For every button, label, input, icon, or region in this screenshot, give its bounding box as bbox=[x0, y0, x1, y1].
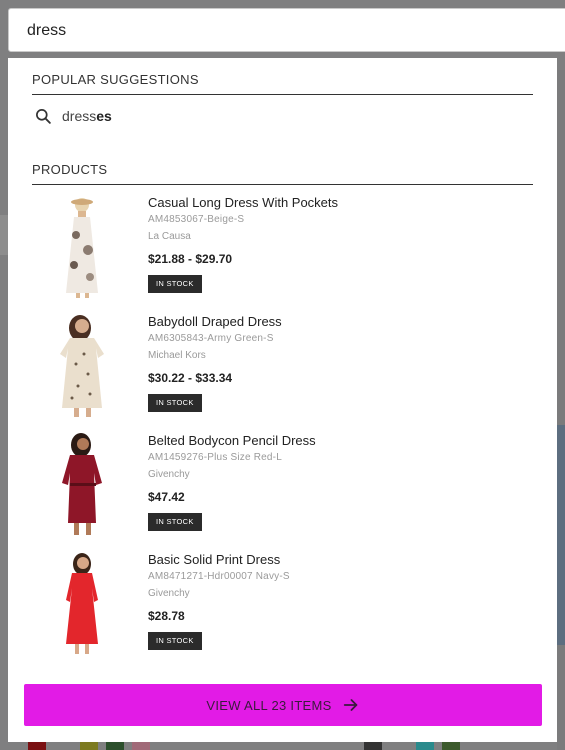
stock-badge: IN STOCK bbox=[148, 513, 202, 531]
products-heading: PRODUCTS bbox=[32, 162, 533, 185]
suggestion-completion: es bbox=[96, 108, 112, 124]
product-item[interactable]: Casual Long Dress With Pockets AM4853067… bbox=[32, 195, 512, 314]
product-brand: Givenchy bbox=[148, 588, 190, 599]
product-name[interactable]: Basic Solid Print Dress bbox=[148, 552, 508, 568]
product-price: $28.78 bbox=[148, 609, 185, 623]
suggestion-item[interactable]: dresses bbox=[32, 106, 232, 126]
arrow-right-icon bbox=[343, 699, 357, 711]
product-image bbox=[32, 433, 132, 538]
background-swatch bbox=[442, 742, 460, 750]
background-swatch bbox=[416, 742, 434, 750]
product-sku: AM6305843-Army Green-S bbox=[148, 333, 274, 344]
product-image bbox=[32, 195, 132, 300]
background-swatch bbox=[28, 742, 46, 750]
product-brand: Michael Kors bbox=[148, 350, 206, 361]
background-image-right bbox=[557, 425, 565, 645]
background-swatch bbox=[106, 742, 124, 750]
product-name[interactable]: Casual Long Dress With Pockets bbox=[148, 195, 508, 211]
popular-suggestions-heading: POPULAR SUGGESTIONS bbox=[32, 72, 533, 95]
background-swatch bbox=[364, 742, 382, 750]
product-item[interactable]: Belted Bodycon Pencil Dress AM1459276-Pl… bbox=[32, 433, 512, 552]
product-sku: AM8471271-Hdr00007 Navy-S bbox=[148, 571, 290, 582]
stock-badge: IN STOCK bbox=[148, 394, 202, 412]
search-box[interactable] bbox=[8, 8, 565, 52]
product-name[interactable]: Babydoll Draped Dress bbox=[148, 314, 508, 330]
view-all-button[interactable]: VIEW ALL 23 ITEMS bbox=[24, 684, 542, 726]
view-all-label: VIEW ALL 23 ITEMS bbox=[206, 697, 332, 713]
background-swatch bbox=[132, 742, 150, 750]
background-content-right bbox=[557, 70, 565, 750]
product-price: $47.42 bbox=[148, 490, 185, 504]
search-input[interactable] bbox=[27, 20, 547, 42]
stock-badge: IN STOCK bbox=[148, 632, 202, 650]
product-brand: Givenchy bbox=[148, 469, 190, 480]
product-item[interactable]: Basic Solid Print Dress AM8471271-Hdr000… bbox=[32, 552, 512, 671]
product-item[interactable]: Babydoll Draped Dress AM6305843-Army Gre… bbox=[32, 314, 512, 433]
background-swatch bbox=[80, 742, 98, 750]
product-image bbox=[32, 314, 132, 419]
suggestion-text: dresses bbox=[62, 108, 112, 124]
product-price: $30.22 - $33.34 bbox=[148, 371, 233, 385]
stock-badge: IN STOCK bbox=[148, 275, 202, 293]
product-sku: AM4853067-Beige-S bbox=[148, 214, 245, 225]
product-name[interactable]: Belted Bodycon Pencil Dress bbox=[148, 433, 508, 449]
search-icon bbox=[36, 108, 51, 124]
product-price: $21.88 - $29.70 bbox=[148, 252, 233, 266]
product-sku: AM1459276-Plus Size Red-L bbox=[148, 452, 282, 463]
product-image bbox=[32, 552, 132, 657]
product-brand: La Causa bbox=[148, 231, 191, 242]
suggestion-base: dress bbox=[62, 108, 97, 124]
autocomplete-dropdown: POPULAR SUGGESTIONS dresses PRODUCTS Cas… bbox=[8, 58, 557, 742]
